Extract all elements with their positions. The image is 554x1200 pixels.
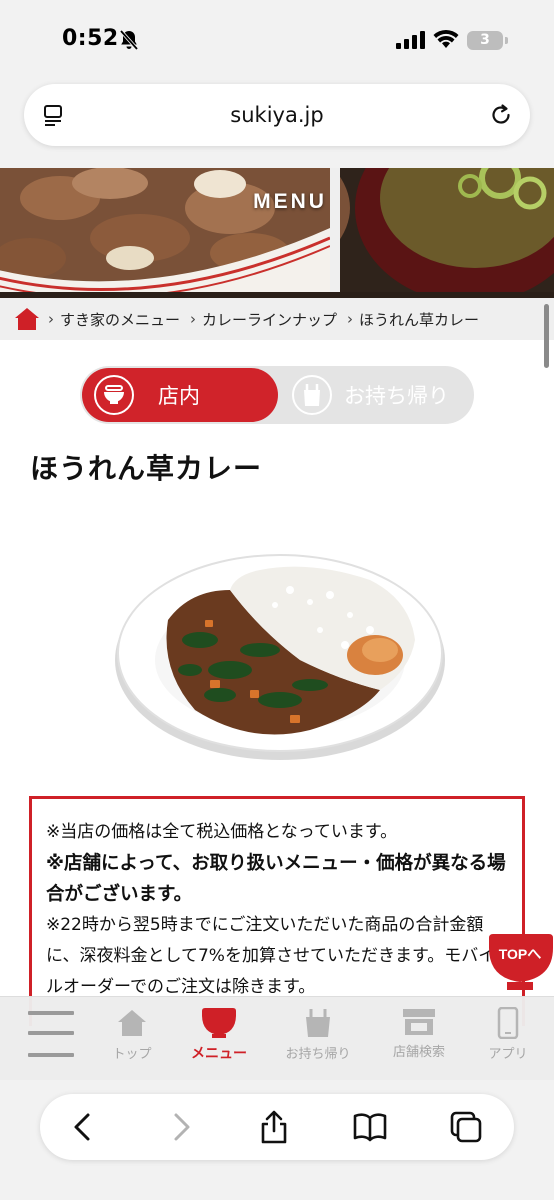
hamburger-menu-icon[interactable] [28, 1009, 74, 1057]
breadcrumb-item-current: › ほうれん草カレー [347, 309, 479, 330]
breadcrumb: › すき家のメニュー › カレーラインナップ › ほうれん草カレー [0, 298, 554, 340]
bag-icon [306, 1009, 330, 1037]
bag-icon [304, 384, 320, 406]
nav-label-store-search[interactable]: 店舗検索 [384, 1041, 454, 1060]
store-icon [403, 1009, 435, 1035]
hero-title: MENU [253, 190, 327, 213]
signal-icon [396, 31, 425, 49]
bowl-shape-icon [489, 934, 553, 990]
back-icon[interactable] [66, 1109, 102, 1145]
site-bottom-nav: トップ メニュー お持ち帰り 店舗検索 アプリ [0, 996, 554, 1080]
bag-icon-circle [292, 375, 332, 415]
chevron-right-icon: › [347, 310, 354, 328]
nav-item-top[interactable]: トップ [104, 1007, 160, 1071]
back-to-top-label[interactable]: TOPへ [487, 944, 553, 964]
battery-indicator: 3 [467, 29, 508, 51]
bowl-icon [104, 385, 124, 404]
tabs-icon[interactable] [448, 1109, 484, 1145]
menu-hero-banner: MENU [0, 168, 554, 298]
status-time: 0:52 [62, 26, 119, 51]
breadcrumb-label[interactable]: すき家のメニュー [60, 309, 180, 330]
nav-label-app[interactable]: アプリ [480, 1043, 536, 1062]
forward-icon[interactable] [162, 1109, 198, 1145]
product-title: ほうれん草カレー [30, 452, 263, 485]
chevron-right-icon: › [190, 310, 197, 328]
bell-slash-icon [119, 29, 139, 51]
nav-item-store-search[interactable]: 店舗検索 [384, 1007, 454, 1071]
nav-label-top[interactable]: トップ [104, 1043, 160, 1062]
bookmarks-icon[interactable] [352, 1109, 388, 1145]
tab-takeout-label[interactable]: お持ち帰り [344, 380, 449, 410]
scroll-indicator[interactable] [544, 304, 549, 368]
chevron-right-icon: › [48, 310, 54, 328]
notice-tax-included: ※当店の価格は全て税込価格となっています。 [46, 822, 398, 842]
wifi-icon [433, 29, 459, 48]
url-text[interactable]: sukiya.jp [24, 84, 530, 146]
breadcrumb-item-curry-lineup[interactable]: › カレーラインナップ [190, 309, 337, 330]
bowl-icon-circle [94, 375, 134, 415]
dine-option-toggle: 店内 お持ち帰り [80, 366, 474, 424]
browser-address-area: sukiya.jp [0, 80, 554, 168]
notice-late-night-fee: ※22時から翌5時までにご注文いただいた商品の合計金額に、深夜料金として7%を加… [46, 915, 496, 997]
tab-dine-in-label[interactable]: 店内 [158, 380, 200, 410]
breadcrumb-item-menu[interactable]: › すき家のメニュー [48, 309, 180, 330]
nav-item-menu[interactable]: メニュー [186, 1007, 252, 1071]
tab-takeout[interactable]: お持ち帰り [280, 368, 472, 422]
home-icon[interactable] [14, 306, 40, 332]
address-bar[interactable]: sukiya.jp [24, 84, 530, 146]
price-notice: ※当店の価格は全て税込価格となっています。 ※店舗によって、お取り扱いメニュー・… [29, 796, 525, 1026]
breadcrumb-label[interactable]: カレーラインナップ [202, 309, 337, 330]
nav-item-app[interactable]: アプリ [480, 1007, 536, 1071]
bowl-icon [202, 1008, 236, 1038]
browser-toolbar [0, 1080, 554, 1200]
status-bar: 0:52 3 [0, 0, 554, 80]
battery-level: 3 [480, 32, 490, 48]
nav-label-takeout[interactable]: お持ち帰り [280, 1043, 356, 1062]
back-to-top-button[interactable]: TOPへ [487, 932, 553, 996]
breadcrumb-label: ほうれん草カレー [359, 310, 480, 329]
nav-label-menu[interactable]: メニュー [186, 1043, 252, 1063]
home-icon [118, 1010, 146, 1036]
browser-toolbar-pill [40, 1094, 514, 1160]
reload-icon[interactable] [488, 102, 514, 128]
nav-item-takeout[interactable]: お持ち帰り [280, 1007, 356, 1071]
notice-store-variation: ※店舗によって、お取り扱いメニュー・価格が異なる場合がございます。 [46, 853, 506, 905]
tab-dine-in[interactable]: 店内 [82, 368, 278, 422]
share-icon[interactable] [256, 1109, 292, 1145]
food-photo [0, 168, 554, 298]
phone-icon [497, 1007, 519, 1039]
product-image [115, 554, 445, 760]
